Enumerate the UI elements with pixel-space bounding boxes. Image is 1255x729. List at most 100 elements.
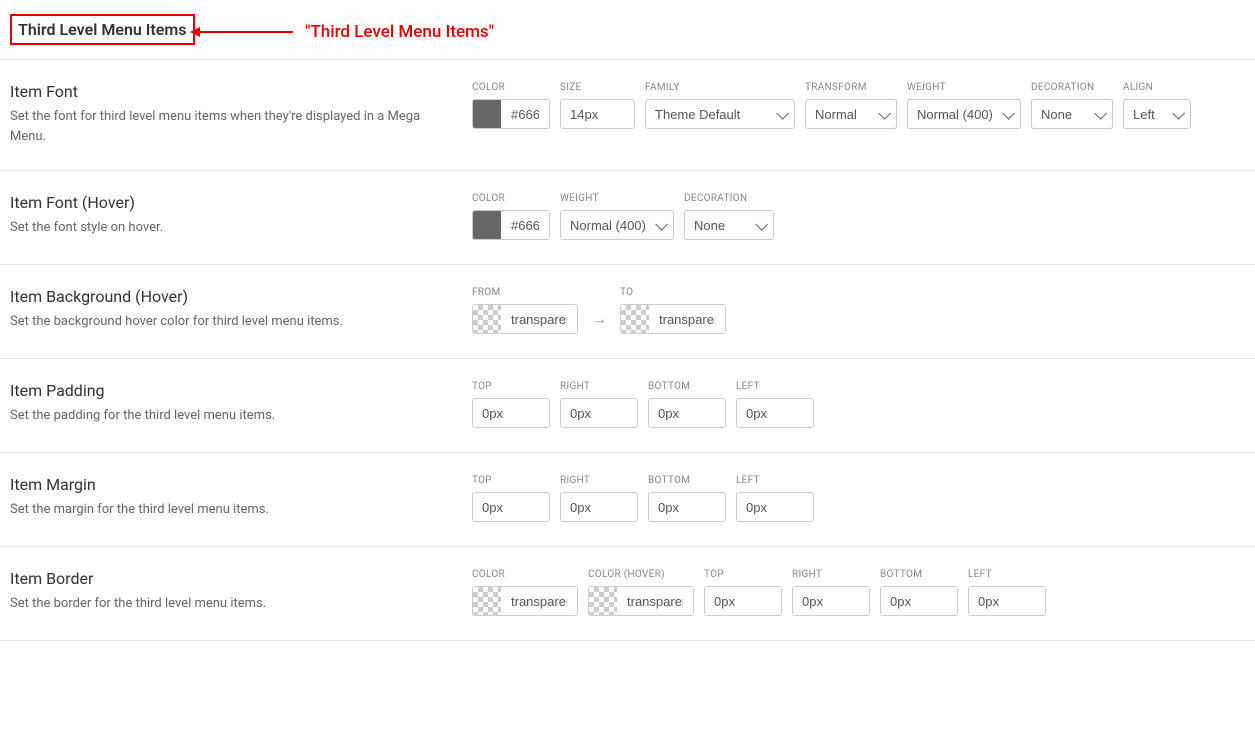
item-font-title: Item Font	[10, 82, 452, 101]
hover-decoration-select[interactable]: None	[684, 210, 774, 240]
hover-weight-select[interactable]: Normal (400)	[560, 210, 674, 240]
bg-to-input[interactable]	[649, 305, 725, 333]
bg-from-field[interactable]	[472, 304, 578, 334]
label-decoration: DECORATION	[1031, 82, 1113, 93]
item-font-weight-select[interactable]: Normal (400)	[907, 99, 1021, 129]
section-title: Third Level Menu Items	[12, 16, 193, 43]
row-item-padding-label: Item Padding Set the padding for the thi…	[10, 381, 472, 426]
label-hover-weight: WEIGHT	[560, 193, 674, 204]
item-padding-title: Item Padding	[10, 381, 452, 400]
row-item-padding: Item Padding Set the padding for the thi…	[0, 359, 1255, 453]
item-padding-controls: TOP RIGHT BOTTOM LEFT	[472, 381, 814, 428]
padding-right-input[interactable]	[560, 398, 638, 428]
label-pad-right: RIGHT	[560, 381, 638, 392]
margin-top-input[interactable]	[472, 492, 550, 522]
padding-left-input[interactable]	[736, 398, 814, 428]
label-from: FROM	[472, 287, 578, 298]
label-align: ALIGN	[1123, 82, 1191, 93]
label-mar-bottom: BOTTOM	[648, 475, 726, 486]
border-color-input[interactable]	[501, 587, 577, 615]
row-item-border-label: Item Border Set the border for the third…	[10, 569, 472, 614]
label-border-top: TOP	[704, 569, 782, 580]
margin-left-input[interactable]	[736, 492, 814, 522]
label-transform: TRANSFORM	[805, 82, 897, 93]
transparent-swatch-icon[interactable]	[621, 305, 649, 333]
border-color-field[interactable]	[472, 586, 578, 616]
item-font-size-input[interactable]	[560, 99, 635, 129]
annotation-text: "Third Level Menu Items"	[305, 22, 494, 42]
item-font-desc: Set the font for third level menu items …	[10, 107, 452, 146]
item-margin-desc: Set the margin for the third level menu …	[10, 500, 452, 520]
label-mar-left: LEFT	[736, 475, 814, 486]
label-size: SIZE	[560, 82, 635, 93]
row-item-margin-label: Item Margin Set the margin for the third…	[10, 475, 472, 520]
item-font-color-field[interactable]	[472, 99, 550, 129]
row-item-font-hover: Item Font (Hover) Set the font style on …	[0, 171, 1255, 265]
item-padding-desc: Set the padding for the third level menu…	[10, 406, 452, 426]
row-item-bg-hover: Item Background (Hover) Set the backgrou…	[0, 265, 1255, 359]
label-border-left: LEFT	[968, 569, 1046, 580]
item-font-transform-select[interactable]: Normal	[805, 99, 897, 129]
item-bg-hover-title: Item Background (Hover)	[10, 287, 452, 306]
border-bottom-input[interactable]	[880, 586, 958, 616]
arrow-right-icon: →	[588, 287, 610, 334]
label-family: FAMILY	[645, 82, 795, 93]
item-font-align-select[interactable]: Left	[1123, 99, 1191, 129]
label-border-bottom: BOTTOM	[880, 569, 958, 580]
section-title-highlight: Third Level Menu Items	[10, 14, 195, 45]
item-font-decoration-select[interactable]: None	[1031, 99, 1113, 129]
label-to: TO	[620, 287, 726, 298]
arrow-line-icon	[198, 31, 293, 33]
item-border-controls: COLOR COLOR (HOVER) TOP RIGHT BOTTOM	[472, 569, 1046, 616]
hover-color-input[interactable]	[501, 211, 549, 239]
label-border-color: COLOR	[472, 569, 578, 580]
border-color-hover-input[interactable]	[617, 587, 693, 615]
row-item-font-hover-label: Item Font (Hover) Set the font style on …	[10, 193, 472, 238]
item-font-family-select[interactable]: Theme Default	[645, 99, 795, 129]
transparent-swatch-icon[interactable]	[473, 305, 501, 333]
label-weight: WEIGHT	[907, 82, 1021, 93]
margin-bottom-input[interactable]	[648, 492, 726, 522]
item-font-hover-controls: COLOR WEIGHT Normal (400) DECORATION Non…	[472, 193, 774, 240]
label-border-color-hover: COLOR (HOVER)	[588, 569, 694, 580]
item-bg-hover-desc: Set the background hover color for third…	[10, 312, 452, 332]
item-font-hover-title: Item Font (Hover)	[10, 193, 452, 212]
row-item-margin: Item Margin Set the margin for the third…	[0, 453, 1255, 547]
label-mar-right: RIGHT	[560, 475, 638, 486]
item-bg-hover-controls: FROM → TO	[472, 287, 726, 334]
border-color-hover-field[interactable]	[588, 586, 694, 616]
bg-to-field[interactable]	[620, 304, 726, 334]
border-top-input[interactable]	[704, 586, 782, 616]
label-mar-top: TOP	[472, 475, 550, 486]
section-header: Third Level Menu Items "Third Level Menu…	[0, 0, 1255, 60]
padding-top-input[interactable]	[472, 398, 550, 428]
margin-right-input[interactable]	[560, 492, 638, 522]
label-hover-color: COLOR	[472, 193, 550, 204]
padding-bottom-input[interactable]	[648, 398, 726, 428]
label-pad-bottom: BOTTOM	[648, 381, 726, 392]
label-hover-decoration: DECORATION	[684, 193, 774, 204]
item-font-controls: COLOR SIZE FAMILY Theme Default TRANSFOR…	[472, 82, 1191, 129]
hover-color-field[interactable]	[472, 210, 550, 240]
item-border-desc: Set the border for the third level menu …	[10, 594, 452, 614]
row-item-font-label: Item Font Set the font for third level m…	[10, 82, 472, 146]
border-right-input[interactable]	[792, 586, 870, 616]
label-color: COLOR	[472, 82, 550, 93]
color-swatch-icon[interactable]	[473, 211, 501, 239]
label-border-right: RIGHT	[792, 569, 870, 580]
label-pad-top: TOP	[472, 381, 550, 392]
arrow-head-icon	[190, 27, 200, 37]
color-swatch-icon[interactable]	[473, 100, 501, 128]
annotation-arrow: "Third Level Menu Items"	[198, 22, 494, 42]
transparent-swatch-icon[interactable]	[589, 587, 617, 615]
item-border-title: Item Border	[10, 569, 452, 588]
row-item-font: Item Font Set the font for third level m…	[0, 60, 1255, 171]
item-font-color-input[interactable]	[501, 100, 549, 128]
label-pad-left: LEFT	[736, 381, 814, 392]
bg-from-input[interactable]	[501, 305, 577, 333]
border-left-input[interactable]	[968, 586, 1046, 616]
item-font-hover-desc: Set the font style on hover.	[10, 218, 452, 238]
row-item-border: Item Border Set the border for the third…	[0, 547, 1255, 641]
transparent-swatch-icon[interactable]	[473, 587, 501, 615]
item-margin-title: Item Margin	[10, 475, 452, 494]
